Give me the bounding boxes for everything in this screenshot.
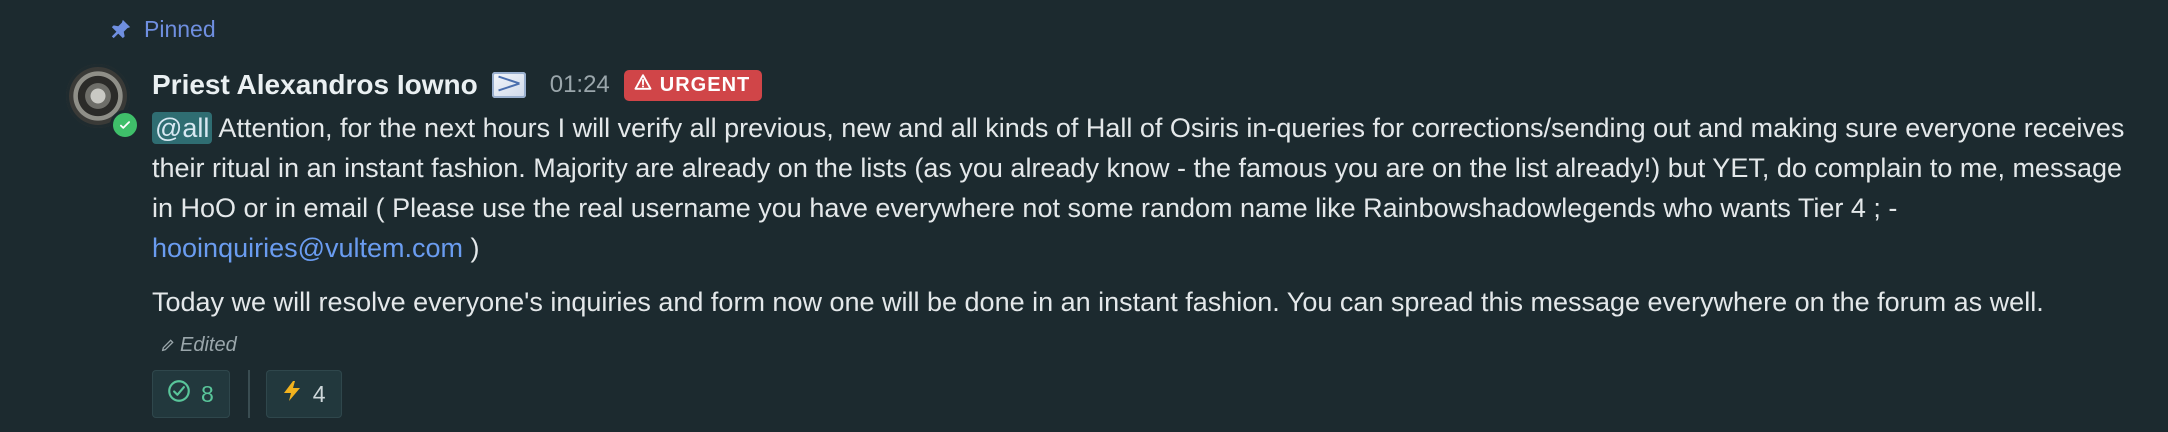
envelope-icon [491,72,526,98]
message-header: Priest Alexandros Iowno 01:24 URGENT [152,64,2132,106]
reaction-bar: 8 4 [152,370,342,418]
urgent-badge: URGENT [623,69,763,101]
verified-status-icon [110,110,140,140]
message-paragraph-2: Today we will resolve everyone's inquiri… [152,282,2132,365]
check-circle-icon [166,378,192,410]
pencil-icon [161,339,174,352]
edited-label: Edited [180,334,237,356]
pinned-label: Pinned [144,15,216,42]
pinned-indicator: Pinned [110,14,216,44]
message-body: Priest Alexandros Iowno 01:24 URGENT @al… [152,64,2132,365]
reaction-lightning[interactable]: 4 [265,370,342,418]
email-link[interactable]: hooinquiries@vultem.com [152,233,463,263]
author-name[interactable]: Priest Alexandros Iowno [152,69,478,101]
reaction-check[interactable]: 8 [152,370,230,418]
lightning-icon [280,378,304,410]
reaction-lightning-count: 4 [312,380,326,407]
paragraph-1-tail: ) [463,233,480,263]
reaction-divider [247,370,250,418]
reaction-check-count: 8 [201,380,214,407]
edited-indicator: Edited [160,334,237,356]
urgent-badge-label: URGENT [659,73,751,96]
paragraph-1-text: Attention, for the next hours I will ver… [152,113,2125,223]
message-paragraph-1: @all Attention, for the next hours I wil… [152,108,2132,268]
mention-all[interactable]: @all [152,112,213,144]
warning-icon [634,73,652,97]
message-timestamp: 01:24 [549,71,610,98]
pin-icon [110,18,132,40]
chat-message-view: Pinned Priest Alexandros Iowno 01:24 URG… [0,0,2168,432]
paragraph-2-text: Today we will resolve everyone's inquiri… [152,287,2044,317]
